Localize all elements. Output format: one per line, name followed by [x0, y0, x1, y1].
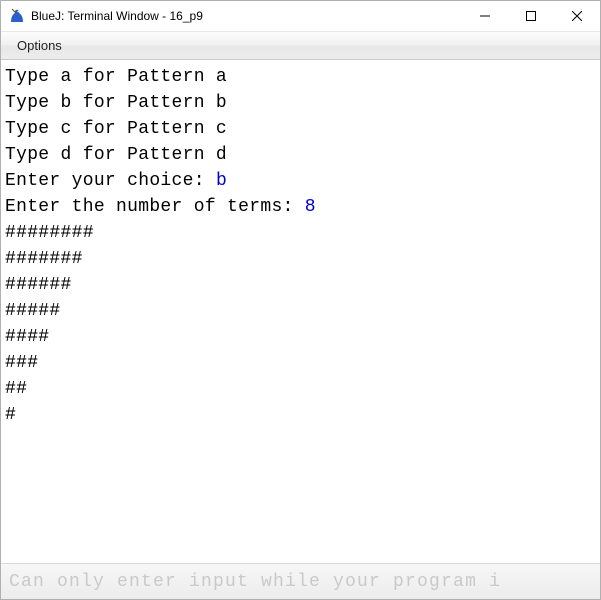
terminal-output[interactable]: Type a for Pattern a Type b for Pattern b… — [1, 60, 600, 563]
terminal-line: ###### — [5, 272, 596, 298]
user-input-text: b — [216, 171, 227, 191]
window-controls — [462, 1, 600, 31]
menubar: Options — [1, 32, 600, 60]
statusbar: Can only enter input while your program … — [1, 563, 600, 599]
program-output-text: Type a for Pattern a — [5, 67, 227, 87]
terminal-line: Type b for Pattern b — [5, 90, 596, 116]
menu-options[interactable]: Options — [7, 35, 72, 56]
program-output-text: # — [5, 405, 16, 425]
terminal-line: Enter the number of terms: 8 — [5, 194, 596, 220]
terminal-line: ## — [5, 376, 596, 402]
terminal-line: Type d for Pattern d — [5, 142, 596, 168]
program-output-text: ######## — [5, 223, 94, 243]
program-output-text: ### — [5, 353, 38, 373]
bluej-icon — [9, 8, 25, 24]
terminal-line: ####### — [5, 246, 596, 272]
user-input-text: 8 — [305, 197, 316, 217]
program-output-text: ####### — [5, 249, 83, 269]
terminal-line: ######## — [5, 220, 596, 246]
terminal-line: Enter your choice: b — [5, 168, 596, 194]
program-output-text: ##### — [5, 301, 61, 321]
terminal-window: BlueJ: Terminal Window - 16_p9 Options T… — [0, 0, 601, 600]
program-output-text: Type d for Pattern d — [5, 145, 227, 165]
program-output-text: ## — [5, 379, 27, 399]
terminal-line: Type a for Pattern a — [5, 64, 596, 90]
close-button[interactable] — [554, 1, 600, 31]
terminal-line: #### — [5, 324, 596, 350]
program-output-text: Type c for Pattern c — [5, 119, 227, 139]
titlebar[interactable]: BlueJ: Terminal Window - 16_p9 — [1, 1, 600, 32]
program-output-text: Enter your choice: — [5, 171, 216, 191]
terminal-line: # — [5, 402, 596, 428]
window-title: BlueJ: Terminal Window - 16_p9 — [31, 9, 462, 23]
program-output-text: Enter the number of terms: — [5, 197, 305, 217]
status-message: Can only enter input while your program … — [9, 572, 501, 592]
minimize-button[interactable] — [462, 1, 508, 31]
terminal-line: Type c for Pattern c — [5, 116, 596, 142]
program-output-text: Type b for Pattern b — [5, 93, 227, 113]
terminal-line: ### — [5, 350, 596, 376]
maximize-button[interactable] — [508, 1, 554, 31]
program-output-text: ###### — [5, 275, 72, 295]
terminal-line: ##### — [5, 298, 596, 324]
program-output-text: #### — [5, 327, 49, 347]
